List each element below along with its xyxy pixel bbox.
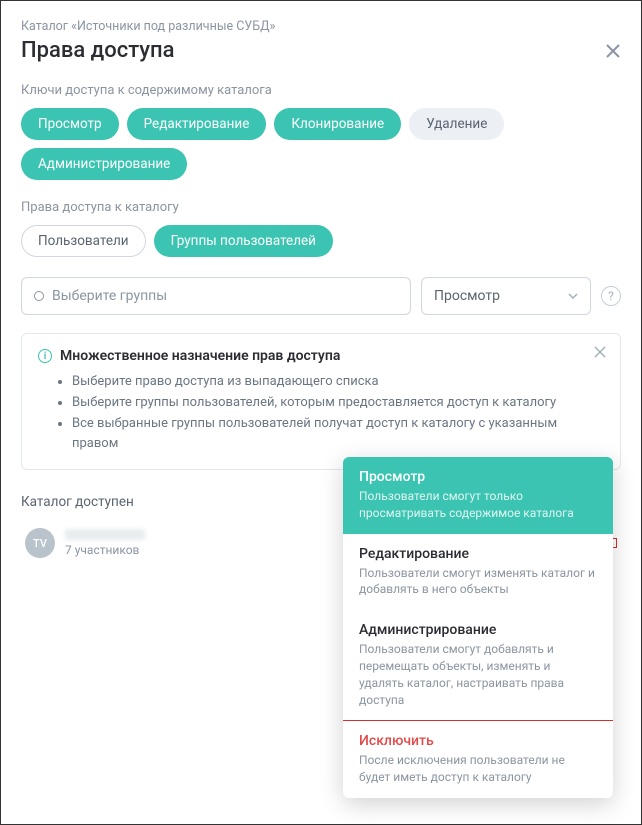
circle-icon xyxy=(34,291,44,301)
breadcrumb: Каталог «Источники под различные СУБД» xyxy=(21,19,621,34)
group-select[interactable]: Выберите группы xyxy=(21,277,411,315)
dropdown-item-desc: Пользователи смогут добавлять и перемеща… xyxy=(359,641,597,708)
tab-users[interactable]: Пользователи xyxy=(21,225,146,257)
dropdown-item-title: Просмотр xyxy=(359,469,597,485)
page-title: Права доступа xyxy=(21,38,174,63)
permission-dropdown: Просмотр Пользователи смогут только прос… xyxy=(343,457,613,798)
group-members-count: 7 участников xyxy=(65,543,145,557)
catalog-rights-label: Права доступа к каталогу xyxy=(21,200,621,215)
info-icon: i xyxy=(38,349,52,363)
info-box: i Множественное назначение прав доступа … xyxy=(21,333,621,470)
tab-groups[interactable]: Группы пользователей xyxy=(154,225,333,257)
dropdown-item-view[interactable]: Просмотр Пользователи смогут только прос… xyxy=(343,457,613,534)
key-admin[interactable]: Администрирование xyxy=(21,148,187,180)
permission-select-value: Просмотр xyxy=(434,288,500,304)
key-view[interactable]: Просмотр xyxy=(21,108,119,140)
dropdown-item-edit[interactable]: Редактирование Пользователи смогут измен… xyxy=(343,534,613,611)
dropdown-item-desc: Пользователи смогут изменять каталог и д… xyxy=(359,565,597,599)
close-icon[interactable] xyxy=(605,43,621,59)
dropdown-item-desc: Пользователи смогут только просматривать… xyxy=(359,488,597,522)
rights-tabs: Пользователи Группы пользователей xyxy=(21,225,621,257)
info-close-icon[interactable] xyxy=(594,346,606,358)
group-select-placeholder: Выберите группы xyxy=(52,288,167,304)
dropdown-item-desc: После исключения пользователи не будет и… xyxy=(359,752,597,786)
info-bullet: Выберите право доступа из выпадающего сп… xyxy=(72,372,604,393)
avatar: TV xyxy=(25,528,55,558)
dropdown-item-exclude[interactable]: Исключить После исключения пользователи … xyxy=(343,720,613,798)
dropdown-item-title: Исключить xyxy=(359,733,597,749)
dropdown-item-admin[interactable]: Администрирование Пользователи смогут до… xyxy=(343,610,613,720)
key-edit[interactable]: Редактирование xyxy=(127,108,267,140)
info-bullet: Выберите группы пользователей, которым п… xyxy=(72,393,604,414)
key-clone[interactable]: Клонирование xyxy=(274,108,401,140)
access-keys-row: Просмотр Редактирование Клонирование Уда… xyxy=(21,108,621,180)
info-bullet: Все выбранные группы пользователей получ… xyxy=(72,414,604,456)
help-icon[interactable]: ? xyxy=(601,286,621,306)
key-delete[interactable]: Удаление xyxy=(409,108,504,140)
dropdown-item-title: Редактирование xyxy=(359,546,597,562)
group-name-redacted xyxy=(65,529,145,540)
info-title: Множественное назначение прав доступа xyxy=(60,348,340,364)
permission-select[interactable]: Просмотр xyxy=(421,277,591,315)
access-keys-label: Ключи доступа к содержимому каталога xyxy=(21,83,621,98)
chevron-down-icon xyxy=(568,293,578,299)
dropdown-item-title: Администрирование xyxy=(359,622,597,638)
